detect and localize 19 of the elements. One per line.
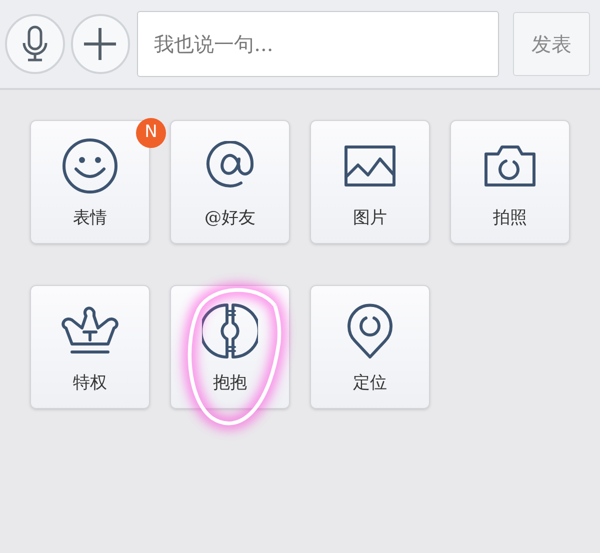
tile-label: 定位	[353, 372, 387, 394]
feature-tile[interactable]: 定位	[310, 285, 430, 409]
tile-label: 图片	[353, 206, 387, 230]
new-badge: N	[136, 118, 166, 148]
plus-icon	[82, 26, 118, 62]
smiley-icon	[62, 138, 118, 194]
comment-input-field[interactable]: 我也说一句...	[137, 11, 499, 77]
feature-tile[interactable]: 特权	[30, 285, 150, 409]
tile-label: @好友	[204, 206, 256, 230]
microphone-icon	[22, 25, 48, 63]
location-pin-icon	[347, 303, 393, 359]
feature-tile[interactable]: @好友	[170, 120, 290, 244]
camera-icon	[484, 144, 536, 188]
feature-tile[interactable]: 图片	[310, 120, 430, 244]
image-icon	[344, 145, 396, 187]
tile-label: 特权	[73, 372, 107, 394]
tile-label: 拍照	[493, 206, 527, 230]
feature-tile[interactable]: 拍照	[450, 120, 570, 244]
tile-label: 表情	[73, 206, 107, 230]
